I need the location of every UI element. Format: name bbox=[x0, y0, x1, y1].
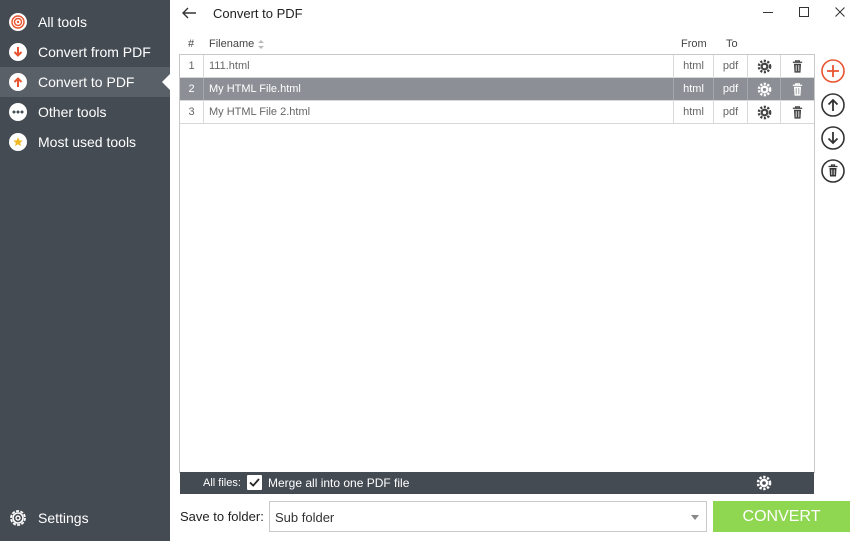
trash-icon bbox=[792, 60, 803, 73]
sidebar-item-label: Most used tools bbox=[38, 134, 137, 150]
sidebar-item-other-tools[interactable]: Other tools bbox=[0, 97, 170, 127]
row-to-format[interactable]: pdf bbox=[714, 101, 748, 123]
row-to-format[interactable]: pdf bbox=[714, 55, 748, 77]
save-folder-value: Sub folder bbox=[275, 510, 335, 525]
trash-icon bbox=[792, 83, 803, 96]
column-header-number: # bbox=[188, 38, 195, 50]
sidebar-item-label: Convert from PDF bbox=[38, 44, 151, 60]
all-files-label: All files: bbox=[203, 477, 241, 489]
table-row[interactable]: 3 My HTML File 2.html html pdf bbox=[180, 101, 814, 124]
sort-icon[interactable] bbox=[257, 39, 265, 50]
row-from-format: html bbox=[674, 78, 714, 100]
row-delete-button[interactable] bbox=[781, 78, 814, 100]
merge-label[interactable]: Merge all into one PDF file bbox=[268, 476, 409, 490]
convert-button[interactable]: CONVERT bbox=[713, 501, 850, 532]
remove-all-icon[interactable] bbox=[821, 159, 845, 183]
maximize-icon[interactable] bbox=[794, 3, 814, 21]
row-from-format: html bbox=[674, 55, 714, 77]
merge-checkbox[interactable] bbox=[247, 475, 262, 490]
save-to-folder-label: Save to folder: bbox=[180, 509, 264, 524]
gear-icon bbox=[10, 510, 26, 526]
row-settings-button[interactable] bbox=[748, 55, 781, 77]
row-to-format[interactable]: pdf bbox=[714, 78, 748, 100]
column-header-to: To bbox=[726, 38, 738, 50]
row-settings-button[interactable] bbox=[748, 78, 781, 100]
row-filename: My HTML File 2.html bbox=[204, 101, 674, 123]
sidebar-item-label: Convert to PDF bbox=[38, 74, 135, 90]
row-settings-button[interactable] bbox=[748, 101, 781, 123]
gear-icon bbox=[757, 82, 772, 97]
move-up-icon[interactable] bbox=[821, 93, 845, 117]
row-filename: 111.html bbox=[204, 55, 674, 77]
arrow-up-circle-icon bbox=[9, 73, 27, 91]
all-files-bar: All files: Merge all into one PDF file bbox=[180, 472, 814, 494]
row-filename: My HTML File.html bbox=[204, 78, 674, 100]
chevron-down-icon bbox=[691, 515, 699, 520]
sidebar: All tools Convert from PDF Convert to PD… bbox=[0, 0, 170, 541]
row-delete-button[interactable] bbox=[781, 55, 814, 77]
sidebar-item-label: Other tools bbox=[38, 104, 107, 120]
all-files-settings-icon[interactable] bbox=[756, 475, 772, 491]
target-icon bbox=[9, 13, 27, 31]
table-row[interactable]: 1 111.html html pdf bbox=[180, 55, 814, 78]
file-table: 1 111.html html pdf 2 My HTML File.html … bbox=[179, 54, 815, 473]
gear-icon bbox=[757, 59, 772, 74]
gear-icon bbox=[757, 105, 772, 120]
row-from-format: html bbox=[674, 101, 714, 123]
table-row[interactable]: 2 My HTML File.html html pdf bbox=[180, 78, 814, 101]
row-number: 2 bbox=[180, 78, 204, 100]
minimize-icon[interactable] bbox=[758, 3, 778, 21]
row-number: 3 bbox=[180, 101, 204, 123]
column-header-filename[interactable]: Filename bbox=[209, 38, 254, 50]
row-delete-button[interactable] bbox=[781, 101, 814, 123]
sidebar-item-all-tools[interactable]: All tools bbox=[0, 7, 170, 37]
sidebar-item-label: All tools bbox=[38, 14, 88, 30]
trash-icon bbox=[792, 106, 803, 119]
table-header: # Filename From To bbox=[180, 36, 814, 54]
row-number: 1 bbox=[180, 55, 204, 77]
arrow-down-circle-icon bbox=[9, 43, 27, 61]
move-down-icon[interactable] bbox=[821, 126, 845, 150]
column-header-from: From bbox=[681, 38, 707, 50]
checkmark-icon bbox=[249, 478, 260, 487]
save-folder-dropdown[interactable]: Sub folder bbox=[269, 501, 707, 532]
add-file-icon[interactable] bbox=[821, 59, 845, 83]
sidebar-item-convert-to-pdf[interactable]: Convert to PDF bbox=[0, 67, 170, 97]
star-circle-icon bbox=[9, 133, 27, 151]
sidebar-item-most-used-tools[interactable]: Most used tools bbox=[0, 127, 170, 157]
settings-label: Settings bbox=[38, 510, 89, 526]
sidebar-item-settings[interactable]: Settings bbox=[0, 503, 170, 533]
page-title: Convert to PDF bbox=[213, 6, 303, 21]
more-circle-icon bbox=[9, 103, 27, 121]
close-icon[interactable] bbox=[830, 3, 850, 21]
sidebar-item-convert-from-pdf[interactable]: Convert from PDF bbox=[0, 37, 170, 67]
back-arrow-icon[interactable] bbox=[180, 4, 198, 22]
active-indicator bbox=[162, 74, 170, 90]
